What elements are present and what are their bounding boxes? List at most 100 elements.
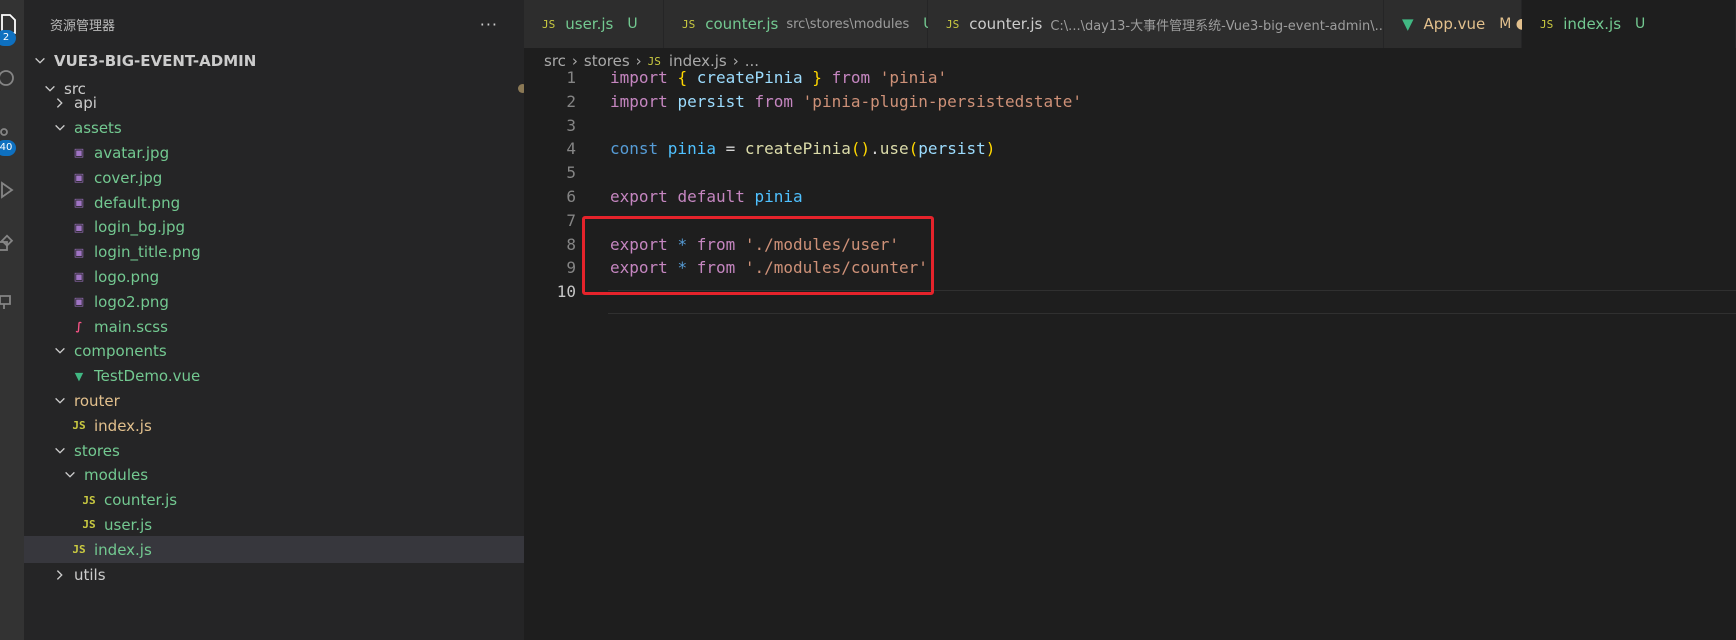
- code-line[interactable]: 7: [524, 209, 1736, 233]
- editor-tab[interactable]: JS index.js U: [1522, 0, 1736, 48]
- remote-icon[interactable]: [0, 290, 20, 314]
- tree-file[interactable]: ▣avatar.jpgU: [24, 139, 524, 166]
- code-token: pinia: [667, 139, 716, 159]
- run-debug-icon[interactable]: [0, 178, 20, 202]
- tree-file[interactable]: ▣cover.jpgU: [24, 164, 524, 191]
- code-token: default: [677, 187, 755, 206]
- chevron-down-icon: [52, 120, 68, 136]
- tree-folder[interactable]: api: [24, 90, 524, 117]
- tree-file[interactable]: ▼TestDemo.vueU: [24, 363, 524, 390]
- git-status: [512, 393, 524, 409]
- tree-item-label: cover.jpg: [94, 168, 163, 187]
- image-file-icon: ▣: [73, 270, 85, 284]
- code-token: pinia: [754, 187, 803, 206]
- tree-file[interactable]: ▣login_title.pngU: [24, 239, 524, 266]
- code-token: 'pinia-plugin-persistedstate': [802, 91, 1083, 111]
- line-number: 5: [566, 163, 576, 183]
- tree-item-label: login_bg.jpg: [94, 218, 186, 237]
- tree-folder[interactable]: modules: [24, 462, 524, 489]
- tree-file[interactable]: JSindex.jsU: [24, 536, 524, 564]
- tree-file[interactable]: ▣default.pngU: [24, 189, 524, 216]
- code-line[interactable]: 1 import { createPinia } from 'pinia': [524, 66, 1736, 90]
- tree-file[interactable]: JSindex.jsM: [24, 412, 524, 439]
- tree-item-label: avatar.jpg: [94, 143, 170, 162]
- chevron-down-icon: [52, 393, 68, 409]
- code-token: 'pinia': [879, 68, 948, 87]
- code-token: ): [985, 139, 996, 159]
- vue-file-icon: ▼: [1402, 15, 1414, 33]
- line-number: 4: [566, 139, 576, 159]
- code-text: import persist from 'pinia-plugin-persis…: [610, 90, 1082, 114]
- tree-file[interactable]: JScounter.jsU: [24, 487, 524, 514]
- code-line[interactable]: 10: [524, 280, 1736, 304]
- code-token: (): [850, 139, 871, 159]
- editor-tabs: JS user.js U JS counter.js src\stores\modules…: [524, 0, 1736, 48]
- editor-tab[interactable]: JS counter.js C:\...\day13-大事件管理系统-Vue3-bi…: [928, 0, 1388, 48]
- code-token: import: [610, 91, 678, 111]
- line-number: 8: [566, 234, 576, 254]
- tree-folder[interactable]: stores: [24, 437, 524, 464]
- git-status: [512, 343, 524, 359]
- code-line[interactable]: 2 import persist from 'pinia-plugin-persi…: [524, 90, 1736, 114]
- code-line[interactable]: 6 export default pinia: [524, 185, 1736, 209]
- project-root[interactable]: VUE3-BIG-EVENT-ADMIN: [24, 47, 524, 74]
- code-line[interactable]: 8 export * from './modules/user': [524, 233, 1736, 257]
- tree-file[interactable]: ∫main.scssU: [24, 313, 524, 340]
- tree-file[interactable]: ▣logo2.pngU: [24, 288, 524, 315]
- editor-tab[interactable]: ▼ App.vue M ●: [1384, 0, 1528, 48]
- tree-item-label: stores: [74, 441, 120, 460]
- tab-description: C:\...\day13-大事件管理系统-Vue3-big-event-admi…: [1050, 18, 1388, 34]
- tab-label: counter.js: [705, 15, 779, 33]
- code-token: createPinia: [744, 139, 851, 159]
- tree-file[interactable]: JSuser.jsU: [24, 511, 524, 538]
- search-icon[interactable]: [0, 66, 20, 90]
- js-file-icon: JS: [72, 543, 86, 557]
- code-token: createPinia: [696, 68, 803, 87]
- tree-item-label: router: [74, 391, 120, 410]
- js-file-icon: JS: [72, 419, 86, 433]
- code-line[interactable]: 9 export * from './modules/counter': [524, 256, 1736, 280]
- vue-file-icon: ▼: [74, 369, 84, 383]
- tree-folder[interactable]: components: [24, 338, 524, 365]
- code-editor[interactable]: 1 import { createPinia } from 'pinia' 2 imp…: [524, 68, 1736, 640]
- image-file-icon: ▣: [73, 146, 85, 160]
- code-token: export: [610, 258, 678, 278]
- scss-file-icon: ∫: [75, 320, 83, 333]
- tree-folder[interactable]: router: [24, 387, 524, 414]
- js-file-icon: JS: [946, 17, 960, 31]
- image-file-icon: ▣: [73, 295, 85, 309]
- tree-file[interactable]: ▣logo.pngU: [24, 263, 524, 290]
- image-file-icon: ▣: [73, 171, 85, 185]
- chevron-down-icon: [62, 467, 78, 483]
- code-token: './modules/counter': [744, 258, 928, 278]
- tree-item-label: counter.js: [104, 491, 178, 510]
- code-token: {: [677, 68, 697, 87]
- git-status: [512, 443, 524, 459]
- tree-item-label: utils: [74, 565, 106, 584]
- tab-status: U: [1635, 16, 1646, 32]
- tree-item-label: api: [74, 94, 97, 113]
- line-number: 9: [566, 258, 576, 278]
- code-token: from: [696, 234, 745, 254]
- tree-folder[interactable]: assets: [24, 115, 524, 142]
- tree-folder[interactable]: utils: [24, 561, 524, 588]
- js-file-icon: JS: [542, 17, 556, 31]
- extensions-icon[interactable]: [0, 234, 20, 258]
- code-token: persist: [918, 139, 986, 159]
- editor-tab[interactable]: JScounter.jssrc\stores\modulesU: [664, 0, 933, 48]
- code-text: import { createPinia } from 'pinia': [610, 66, 947, 90]
- tab-label: user.js: [565, 15, 614, 33]
- editor-tab[interactable]: JS user.js U: [524, 0, 664, 48]
- tree-item-label: TestDemo.vue: [94, 367, 201, 386]
- more-actions-icon[interactable]: ···: [480, 15, 498, 34]
- project-name: VUE3-BIG-EVENT-ADMIN: [54, 51, 257, 70]
- code-line[interactable]: 4 const pinia = createPinia().use(persist…: [524, 137, 1736, 161]
- code-token: const: [610, 139, 668, 159]
- chevron-right-icon: [52, 95, 68, 111]
- code-token: use: [879, 139, 909, 159]
- code-line[interactable]: 5: [524, 161, 1736, 185]
- code-token: *: [677, 258, 697, 278]
- tree-file[interactable]: ▣login_bg.jpgU: [24, 214, 524, 241]
- code-line[interactable]: 3: [524, 114, 1736, 138]
- explorer-badge: 2: [0, 30, 16, 46]
